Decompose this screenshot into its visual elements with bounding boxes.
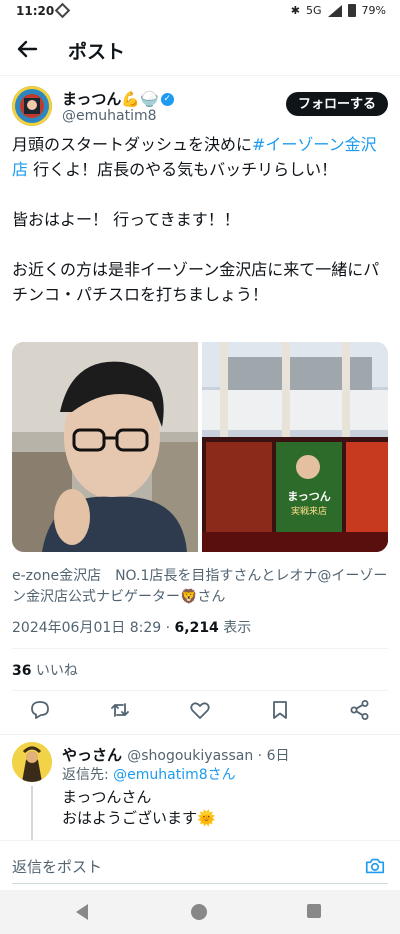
divider [12,690,388,691]
network-label: 5G [306,4,322,17]
reply-icon[interactable] [28,698,52,722]
signal-icon [327,4,342,17]
post-media: まっつん 実戦来店 [12,342,388,552]
divider [12,648,388,649]
replying-to: 返信先: @emuhatim8さん [62,767,236,783]
composer-underline [12,883,388,884]
author-handle[interactable]: @emuhatim8 [62,108,157,124]
status-notification-icon [54,2,71,19]
poster-subtitle: 実戦来店 [291,505,327,517]
page-title: ポスト [68,41,126,63]
media-photo-selfie[interactable] [12,342,198,552]
follow-button[interactable]: フォローする [285,92,388,116]
top-bar: ポスト [0,22,400,76]
reply-author[interactable]: やっさん @shogoukiyassan · 6日 [62,744,289,765]
reply-avatar[interactable] [12,742,52,782]
media-photo-poster[interactable]: まっつん 実戦来店 [202,342,388,552]
reply-input[interactable]: 返信をポスト [12,856,102,877]
author-avatar[interactable] [12,86,52,126]
post-meta: 2024年06月01日 8:29 · 6,214 表示 [12,620,252,636]
camera-icon[interactable] [364,855,386,877]
like-icon[interactable] [188,698,212,722]
post-date: 2024年06月01日 8:29 [12,620,162,636]
like-count: 36 [12,663,32,679]
battery-level: 79% [361,4,386,17]
view-count: 6,214 [174,620,219,636]
post-text: 月頭のスタートダッシュを決めに#イーゾーン金沢店 行くよ！店長のやる気もバッチリ… [12,132,388,332]
bookmark-icon[interactable] [268,698,292,722]
tagged-users[interactable]: e-zone金沢店 NO.1店長を目指すさんとレオナ@イーゾーン金沢店公式ナビゲ… [12,566,388,608]
reply-composer: 返信をポスト [0,840,400,890]
like-stats[interactable]: 36 いいね [12,660,78,680]
status-bar: 11:20 ✱ 5G 79% [0,0,400,22]
post-author: まっつん💪🍚 ✓ @emuhatim8 フォローする [12,86,388,130]
nav-back-icon[interactable] [74,903,90,921]
status-indicators: ✱ 5G 79% [291,4,386,17]
replying-to-link[interactable]: @emuhatim8さん [113,767,236,783]
post-paragraph-1: 月頭のスタートダッシュを決めに#イーゾーン金沢店 行くよ！店長のやる気もバッチリ… [12,135,377,179]
thread-line [31,786,33,840]
nav-home-icon[interactable] [190,903,208,921]
share-icon[interactable] [348,698,372,722]
reply-avatar-image [12,742,52,782]
author-avatar-image [12,86,52,126]
system-nav-bar [0,890,400,934]
post-paragraph-2: 皆おはよー！ 行ってきます！！ [12,210,240,229]
status-time: 11:20 [16,4,55,18]
battery-icon [347,4,356,17]
post-paragraph-3: お近くの方は是非イーゾーン金沢店に来て一緒にパチンコ・パチスロを打ちましょう！ [12,260,380,304]
reply-item[interactable]: やっさん @shogoukiyassan · 6日 返信先: @emuhatim… [12,742,388,842]
poster-title: まっつん [287,490,331,503]
post-actions [12,698,388,728]
nav-recents-icon[interactable] [306,903,322,919]
repost-icon[interactable] [108,698,132,722]
reply-text: まっつんさん おはようございます🌞 [62,788,216,827]
back-arrow-icon[interactable] [12,34,42,64]
author-name[interactable]: まっつん💪🍚 ✓ [62,88,174,109]
divider [0,734,400,735]
bluetooth-icon: ✱ [290,4,301,17]
verified-badge-icon: ✓ [160,93,174,106]
